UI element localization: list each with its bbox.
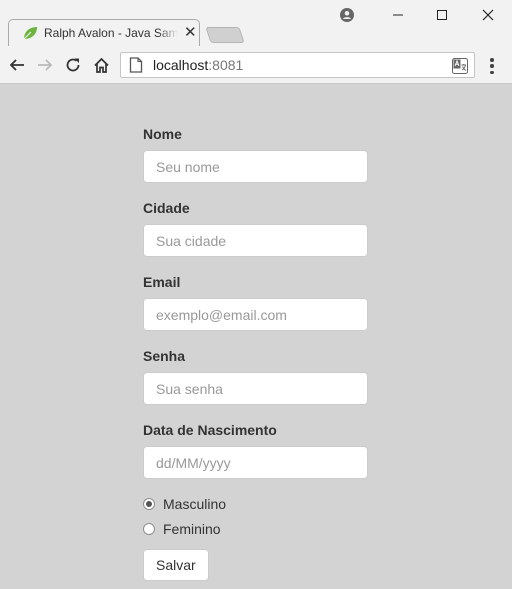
new-tab-button[interactable] [205,27,245,43]
tab-title: Ralph Avalon - Java Sample [44,25,178,40]
address-port: :8081 [208,57,244,73]
home-icon[interactable] [90,54,112,76]
profile-icon[interactable] [333,4,361,26]
browser-titlebar: Ralph Avalon - Java Sample ✕ [0,0,512,47]
data-nascimento-input[interactable] [143,446,368,479]
registration-form: Nome Cidade Email Senha Data de Nascimen… [143,124,368,581]
senha-label: Senha [143,348,186,364]
senha-input[interactable] [143,372,368,405]
tab-close-icon[interactable]: ✕ [184,25,197,40]
data-nascimento-label: Data de Nascimento [143,422,277,438]
back-arrow-icon[interactable] [6,54,28,76]
address-host: localhost [153,57,209,73]
feminino-radio[interactable] [143,522,155,535]
gender-option-feminino[interactable]: Feminino [143,516,368,541]
browser-menu-icon[interactable] [482,56,502,76]
maximize-icon[interactable] [428,4,456,26]
masculino-radio[interactable] [143,497,155,510]
nome-input[interactable] [143,150,368,183]
browser-tab-content[interactable]: Ralph Avalon - Java Sample ✕ [22,19,200,46]
feminino-label: Feminino [163,520,221,537]
page-info-icon[interactable] [129,57,143,73]
cidade-label: Cidade [143,200,190,216]
save-button[interactable]: Salvar [143,549,209,581]
browser-toolbar: localhost :8081 [0,46,512,84]
forward-arrow-icon[interactable] [34,54,56,76]
email-input[interactable] [143,298,368,331]
minimize-icon[interactable] [384,4,412,26]
nome-label: Nome [143,126,182,142]
masculino-label: Masculino [163,495,227,512]
reload-icon[interactable] [62,54,84,76]
translate-icon[interactable] [452,58,468,74]
address-bar[interactable]: localhost :8081 [120,52,475,78]
gender-option-masculino[interactable]: Masculino [143,491,368,516]
cidade-input[interactable] [143,224,368,257]
email-label: Email [143,274,181,290]
spring-leaf-icon [23,26,37,39]
close-window-icon[interactable] [474,4,502,26]
